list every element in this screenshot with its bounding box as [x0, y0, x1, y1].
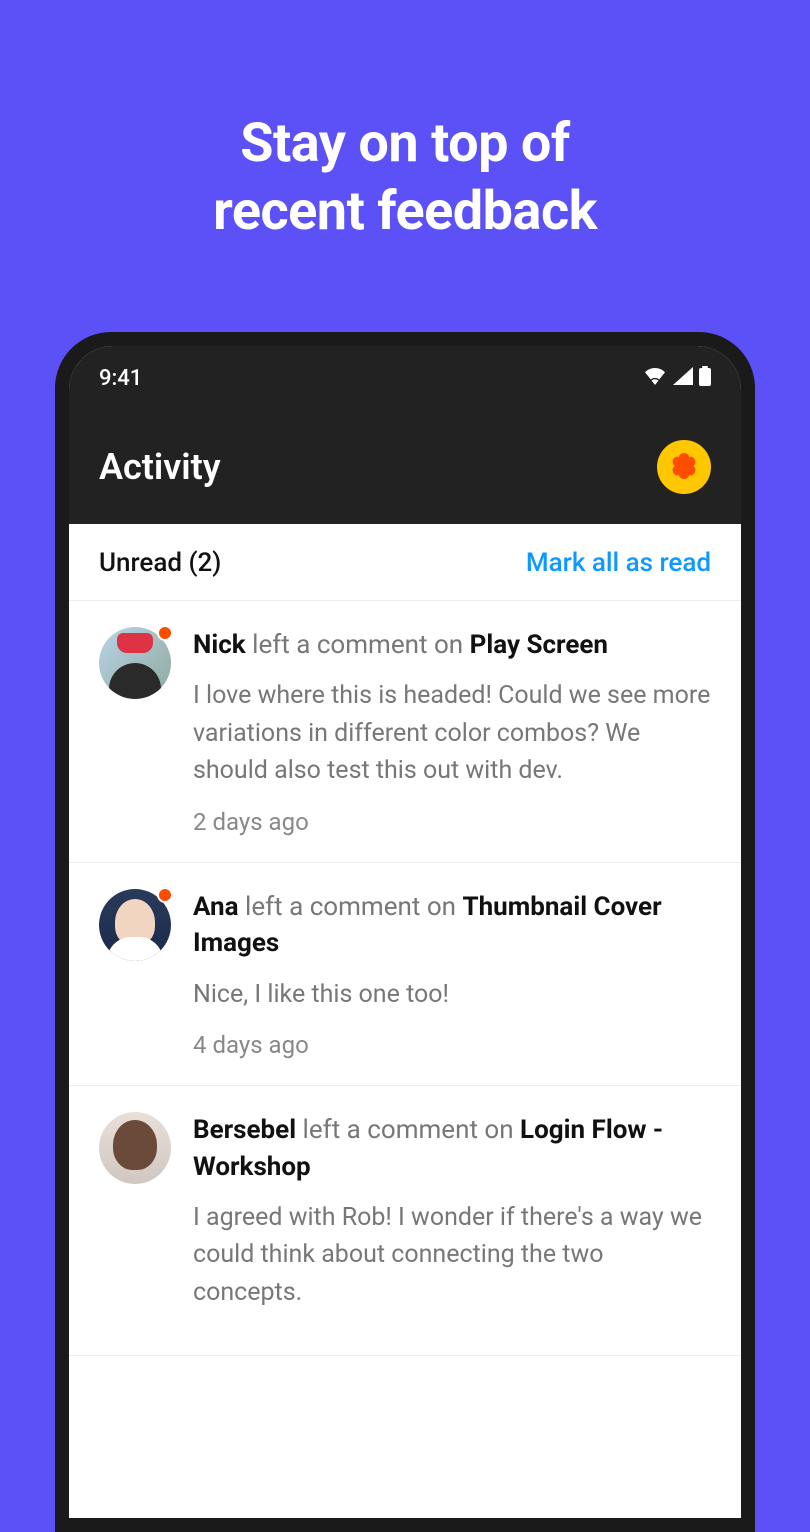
avatar-wrap: [99, 889, 171, 1059]
activity-target: Play Screen: [470, 630, 608, 660]
profile-flower-icon: [668, 449, 700, 485]
avatar-wrap: [99, 1112, 171, 1329]
activity-comment-text: I love where this is headed! Could we se…: [193, 677, 711, 790]
activity-item[interactable]: Ana left a comment on Thumbnail Cover Im…: [69, 863, 741, 1086]
hero-line-1: Stay on top of: [240, 112, 569, 175]
activity-timestamp: 2 days ago: [193, 808, 711, 836]
phone-screen: 9:41 Activity: [69, 346, 741, 1518]
activity-user: Nick: [193, 630, 246, 660]
activity-sep: left a comment on: [246, 630, 470, 660]
cell-signal-icon: [673, 367, 693, 389]
mark-all-read-button[interactable]: Mark all as read: [526, 548, 711, 578]
activity-item-body: Bersebel left a comment on Login Flow - …: [193, 1112, 711, 1329]
activity-item-title: Nick left a comment on Play Screen: [193, 627, 711, 663]
status-bar: 9:41: [69, 346, 741, 410]
activity-item[interactable]: Nick left a comment on Play Screen I lov…: [69, 601, 741, 863]
activity-item[interactable]: Bersebel left a comment on Login Flow - …: [69, 1086, 741, 1356]
activity-item-title: Ana left a comment on Thumbnail Cover Im…: [193, 889, 711, 962]
activity-item-title: Bersebel left a comment on Login Flow - …: [193, 1112, 711, 1185]
app-header: Activity: [69, 410, 741, 524]
status-time: 9:41: [99, 366, 142, 391]
wifi-icon: [643, 367, 667, 389]
activity-comment-text: I agreed with Rob! I wonder if there's a…: [193, 1199, 711, 1312]
battery-icon: [699, 366, 711, 390]
hero-headline: Stay on top of recent feedback: [0, 0, 810, 245]
unread-dot-icon: [157, 887, 173, 903]
activity-timestamp: 4 days ago: [193, 1031, 711, 1059]
activity-user: Ana: [193, 892, 239, 922]
activity-user: Bersebel: [193, 1115, 296, 1145]
phone-frame: 9:41 Activity: [55, 332, 755, 1532]
avatar: [99, 1112, 171, 1184]
activity-item-body: Ana left a comment on Thumbnail Cover Im…: [193, 889, 711, 1059]
profile-button[interactable]: [657, 440, 711, 494]
hero-line-2: recent feedback: [213, 180, 597, 243]
unread-count-label[interactable]: Unread (2): [99, 548, 221, 578]
activity-sep: left a comment on: [296, 1115, 520, 1145]
activity-comment-text: Nice, I like this one too!: [193, 976, 711, 1014]
unread-dot-icon: [157, 625, 173, 641]
status-icons: [643, 366, 711, 390]
page-title: Activity: [99, 446, 221, 488]
filter-bar: Unread (2) Mark all as read: [69, 524, 741, 601]
activity-sep: left a comment on: [239, 892, 463, 922]
activity-item-body: Nick left a comment on Play Screen I lov…: [193, 627, 711, 836]
avatar-wrap: [99, 627, 171, 836]
activity-content: Unread (2) Mark all as read Nick left a …: [69, 524, 741, 1518]
